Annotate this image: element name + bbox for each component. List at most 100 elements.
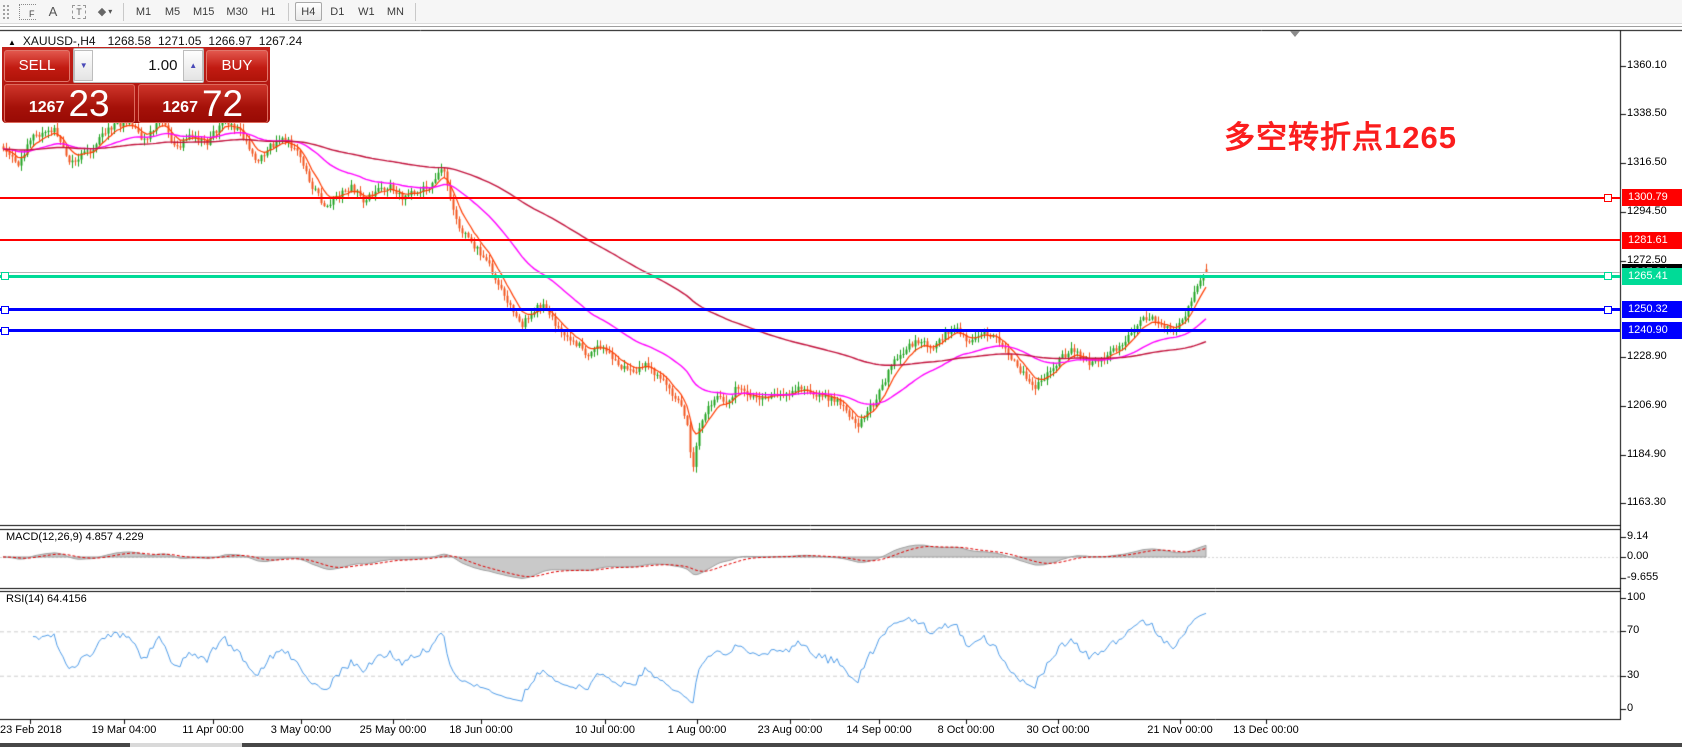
sell-price-main: 1267 (29, 99, 65, 117)
price-axis-label: 1316.50 (1627, 156, 1667, 168)
time-axis-label: 25 May 00:00 (360, 724, 427, 736)
time-axis-label: 23 Aug 00:00 (758, 724, 823, 736)
one-click-trading-panel: SELL ▼ ▲ BUY 1267 23 1267 72 (2, 47, 270, 123)
time-axis-label: 30 Oct 00:00 (1027, 724, 1090, 736)
fibonacci-glyph: F (19, 4, 36, 20)
price-axis-label: 1294.50 (1627, 205, 1667, 217)
price-line-tag: 1265.41 (1622, 268, 1682, 285)
timeframe-h4[interactable]: H4 (295, 2, 322, 21)
buy-price-main: 1267 (162, 99, 198, 117)
trade-panel-quotes: 1267 23 1267 72 (2, 84, 270, 123)
time-axis-label: 10 Jul 00:00 (575, 724, 635, 736)
chart-annotation-text[interactable]: 多空转折点1265 (1224, 112, 1457, 157)
time-axis-label: 14 Sep 00:00 (846, 724, 911, 736)
macd-scale-label: -9.655 (1627, 571, 1658, 583)
timeframe-m15[interactable]: M15 (188, 2, 219, 21)
timeframe-d1[interactable]: D1 (324, 2, 351, 21)
price-line-tag: 1300.79 (1622, 189, 1682, 206)
timeframe-w1[interactable]: W1 (353, 2, 380, 21)
volume-input[interactable] (93, 50, 183, 81)
price-hline[interactable] (0, 197, 1620, 199)
mt4-terminal: F A T ◆ ▾ M1 M5 M15 M30 H1 H4 D1 W1 MN ▲… (0, 0, 1682, 747)
low-value: 1266.97 (208, 34, 251, 48)
time-axis-label: 18 Jun 00:00 (449, 724, 513, 736)
timeframe-m30[interactable]: M30 (221, 2, 252, 21)
timeframe-m5[interactable]: M5 (159, 2, 186, 21)
price-axis-label: 1360.10 (1627, 59, 1667, 71)
time-axis-label: 19 Mar 04:00 (92, 724, 157, 736)
text-glyph: T (72, 5, 86, 19)
macd-scale-label: 9.14 (1627, 530, 1648, 542)
rsi-scale-label: 100 (1627, 591, 1645, 603)
sell-price-pips: 23 (68, 86, 109, 122)
volume-decrease-button[interactable]: ▼ (74, 50, 93, 81)
chevron-down-icon: ▾ (108, 7, 112, 16)
rsi-scale-label: 30 (1627, 669, 1639, 681)
high-value: 1271.05 (158, 34, 201, 48)
text-label-icon[interactable]: A (40, 2, 66, 21)
hline-left-handle[interactable] (1, 306, 9, 314)
rsi-scale-label: 70 (1627, 624, 1639, 636)
buy-price-pips: 72 (202, 86, 243, 122)
bottom-window-edge-segment (130, 743, 242, 747)
price-axis-label: 1206.90 (1627, 399, 1667, 411)
time-axis-label: 11 Apr 00:00 (182, 724, 244, 736)
hline-right-handle[interactable] (1604, 306, 1612, 314)
price-axis-label: 1184.90 (1627, 448, 1666, 460)
volume-increase-button[interactable]: ▲ (183, 50, 202, 81)
toolbar-separator (415, 3, 416, 21)
shapes-icon[interactable]: ◆ ▾ (92, 2, 118, 21)
fibonacci-icon[interactable]: F (14, 2, 40, 21)
price-hline[interactable] (0, 239, 1620, 241)
text-icon[interactable]: T (66, 2, 92, 21)
macd-indicator-label: MACD(12,26,9) 4.857 4.229 (6, 531, 144, 543)
price-line-tag: 1250.32 (1622, 301, 1682, 318)
toolbar-grip[interactable] (2, 4, 11, 20)
one-click-collapse-icon[interactable]: ▲ (8, 38, 16, 47)
rsi-scale-label: 0 (1627, 702, 1633, 714)
arrow-down-icon: ▼ (80, 61, 88, 70)
chart-title: ▲ XAUUSD-,H4 1268.58 1271.05 1266.97 1267.24 (8, 34, 309, 48)
price-axis-label: 1338.50 (1627, 107, 1667, 119)
buy-price[interactable]: 1267 72 (138, 84, 269, 123)
shapes-glyph: ◆ (98, 5, 106, 18)
toolbar: F A T ◆ ▾ M1 M5 M15 M30 H1 H4 D1 W1 MN (0, 0, 1682, 24)
timeframe-mn[interactable]: MN (382, 2, 409, 21)
toolbar-divider (0, 26, 1682, 27)
time-axis-label: 21 Nov 00:00 (1147, 724, 1212, 736)
price-axis-label: 1228.90 (1627, 350, 1667, 362)
price-hline[interactable] (0, 275, 1620, 278)
buy-button[interactable]: BUY (206, 50, 268, 82)
hline-right-handle[interactable] (1604, 194, 1612, 202)
price-hline[interactable] (0, 308, 1620, 311)
sell-button[interactable]: SELL (4, 50, 70, 82)
toolbar-separator (288, 3, 289, 21)
text-label-glyph: A (49, 4, 58, 19)
timeframe-h1[interactable]: H1 (255, 2, 282, 21)
price-axis-label: 1163.30 (1627, 496, 1666, 508)
time-axis-label: 1 Aug 00:00 (668, 724, 727, 736)
chart-shift-marker[interactable] (1290, 31, 1300, 37)
time-axis-label: 3 May 00:00 (271, 724, 332, 736)
macd-scale-label: 0.00 (1627, 550, 1648, 562)
volume-control: ▼ ▲ (73, 48, 204, 83)
rsi-indicator-label: RSI(14) 64.4156 (6, 593, 87, 605)
trade-panel-controls: SELL ▼ ▲ BUY (2, 47, 270, 84)
open-value: 1268.58 (108, 34, 151, 48)
sell-price[interactable]: 1267 23 (4, 84, 135, 123)
toolbar-separator (123, 3, 124, 21)
symbol-label: XAUUSD-,H4 (23, 34, 96, 48)
price-hline[interactable] (0, 272, 1620, 273)
time-axis-label: 23 Feb 2018 (0, 724, 62, 736)
hline-left-handle[interactable] (1, 327, 9, 335)
price-hline[interactable] (0, 329, 1620, 332)
close-value: 1267.24 (259, 34, 302, 48)
bottom-window-edge (0, 743, 1682, 747)
hline-left-handle[interactable] (1, 272, 9, 280)
timeframe-m1[interactable]: M1 (130, 2, 157, 21)
price-line-tag: 1281.61 (1622, 232, 1682, 249)
time-axis-label: 13 Dec 00:00 (1233, 724, 1298, 736)
hline-right-handle[interactable] (1604, 272, 1612, 280)
time-axis-label: 8 Oct 00:00 (938, 724, 995, 736)
arrow-up-icon: ▲ (189, 61, 197, 70)
